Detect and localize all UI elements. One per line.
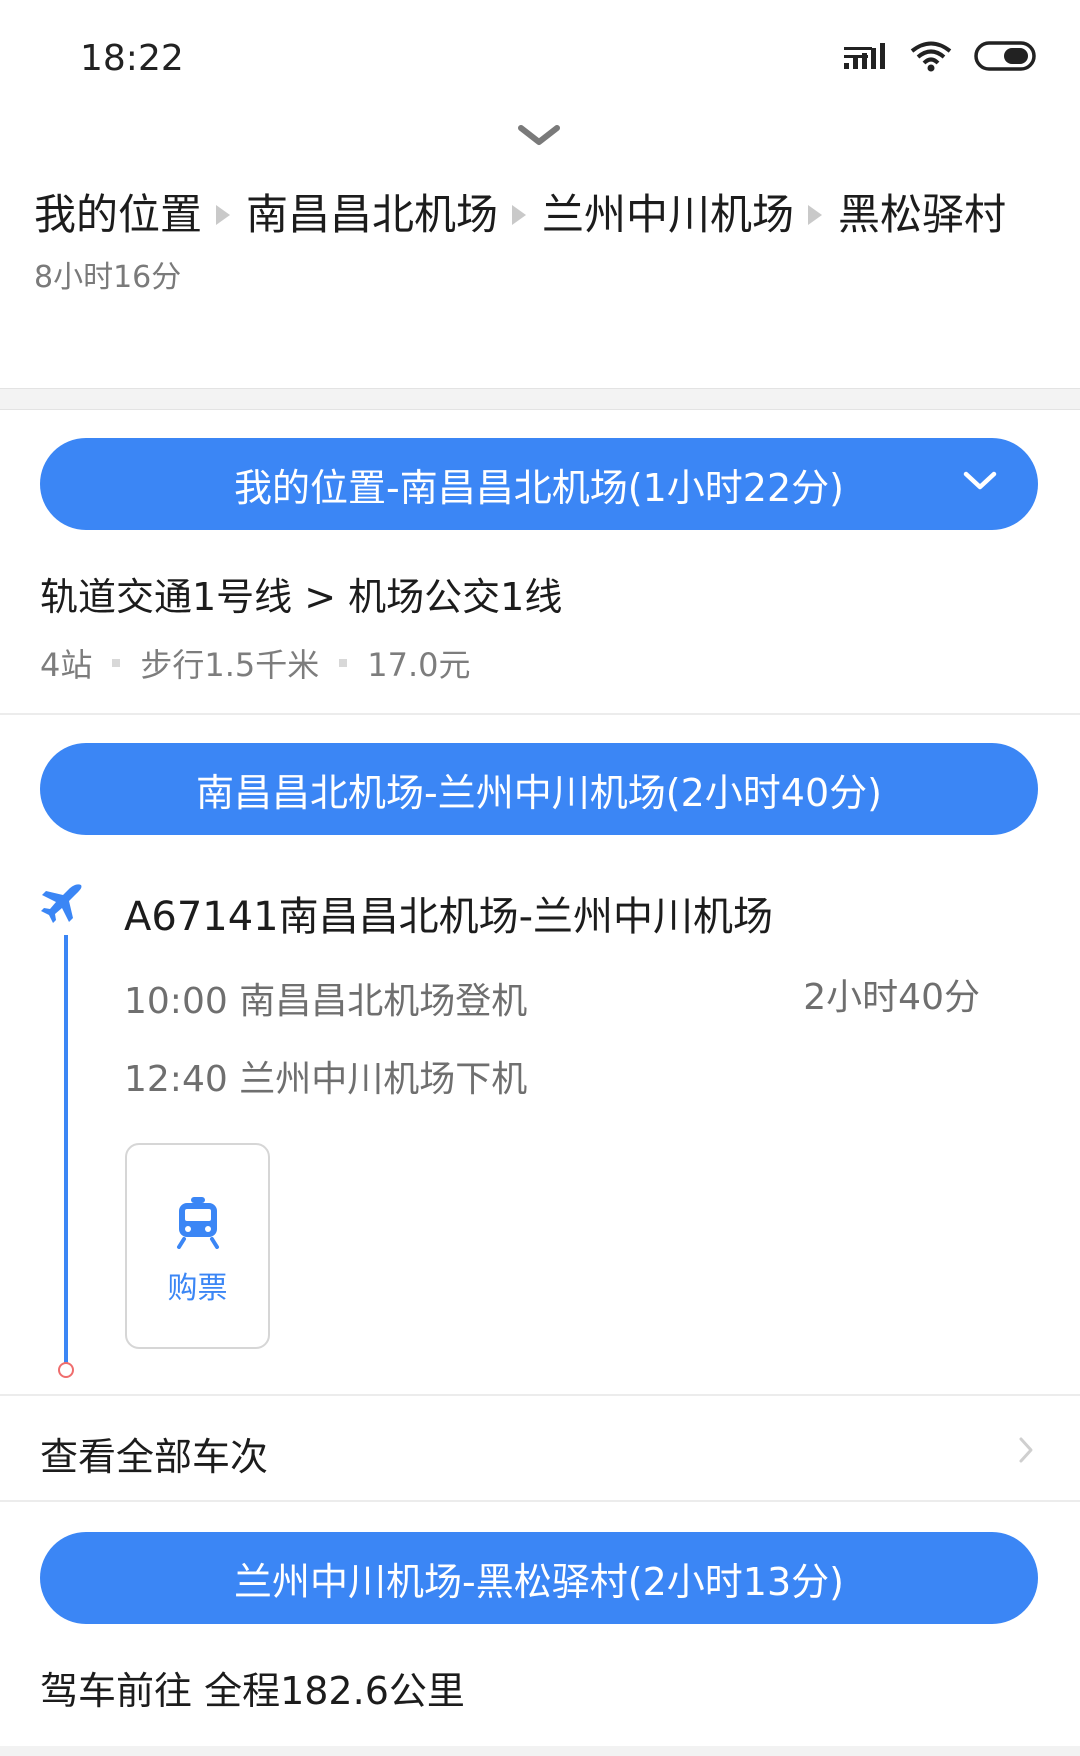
status-time: 18:22 <box>80 38 184 79</box>
segment-1-title: 我的位置-南昌昌北机场(1小时22分) <box>234 465 844 510</box>
route-separator-icon <box>512 204 527 225</box>
buy-ticket-button[interactable]: 购票 <box>125 1143 270 1349</box>
route-total-duration: 8小时16分 <box>34 260 182 295</box>
flight-title: A67141南昌昌北机场-兰州中川机场 <box>124 894 774 940</box>
segment-2-title: 南昌昌北机场-兰州中川机场(2小时40分) <box>196 770 882 815</box>
collapse-chevron-icon[interactable] <box>515 122 563 150</box>
meta-dot <box>339 659 348 667</box>
chevron-down-icon <box>963 471 997 490</box>
meta-dot <box>112 659 121 667</box>
route-summary: 我的位置 南昌昌北机场 兰州中川机场 黑松驿村 8小时16分 <box>34 178 1044 296</box>
segment-2-pill[interactable]: 南昌昌北机场-兰州中川机场(2小时40分) <box>40 743 1038 835</box>
route-title: 我的位置 南昌昌北机场 兰州中川机场 黑松驿村 <box>34 178 1044 252</box>
signal-icon <box>844 43 885 69</box>
route-stop: 兰州中川机场 <box>542 190 795 239</box>
flight-duration: 2小时40分 <box>803 977 980 1018</box>
route-stop: 南昌昌北机场 <box>246 190 499 239</box>
section-divider <box>0 388 1080 410</box>
drive-info: 驾车前往 全程182.6公里 <box>40 1669 465 1713</box>
stations-count: 4站 <box>40 646 93 684</box>
route-separator-icon <box>216 204 231 225</box>
buy-ticket-label: 购票 <box>167 1271 228 1306</box>
arrival-info: 12:40 兰州中川机场下机 <box>124 1059 528 1100</box>
timeline-line <box>64 935 68 1365</box>
chevron-right-icon <box>1019 1437 1033 1463</box>
segment-1-pill[interactable]: 我的位置-南昌昌北机场(1小时22分) <box>40 438 1038 530</box>
divider <box>0 713 1080 715</box>
plane-icon <box>41 884 82 923</box>
walk-distance: 步行1.5千米 <box>140 646 320 684</box>
route-stop: 我的位置 <box>34 190 203 239</box>
segment-3-pill[interactable]: 兰州中川机场-黑松驿村(2小时13分) <box>40 1532 1038 1624</box>
segment-1-meta: 4站 步行1.5千米 17.0元 <box>40 640 471 686</box>
view-all-trips-row[interactable]: 查看全部车次 <box>0 1394 1080 1502</box>
status-bar: 18:22 <box>0 0 1080 110</box>
segment-3-title: 兰州中川机场-黑松驿村(2小时13分) <box>234 1559 844 1604</box>
departure-info: 10:00 南昌昌北机场登机 <box>124 981 528 1022</box>
timeline-end-dot <box>58 1362 74 1378</box>
wifi-icon <box>910 41 952 72</box>
route-separator-icon <box>808 204 823 225</box>
bottom-divider <box>0 1746 1080 1756</box>
battery-icon <box>974 41 1036 71</box>
status-icons <box>844 40 1040 72</box>
route-stop: 黑松驿村 <box>838 190 1007 239</box>
price: 17.0元 <box>367 646 471 684</box>
view-all-trips-label: 查看全部车次 <box>40 1435 269 1479</box>
segment-1-lines: 轨道交通1号线 > 机场公交1线 <box>40 575 563 619</box>
ticket-icon <box>177 1197 219 1249</box>
